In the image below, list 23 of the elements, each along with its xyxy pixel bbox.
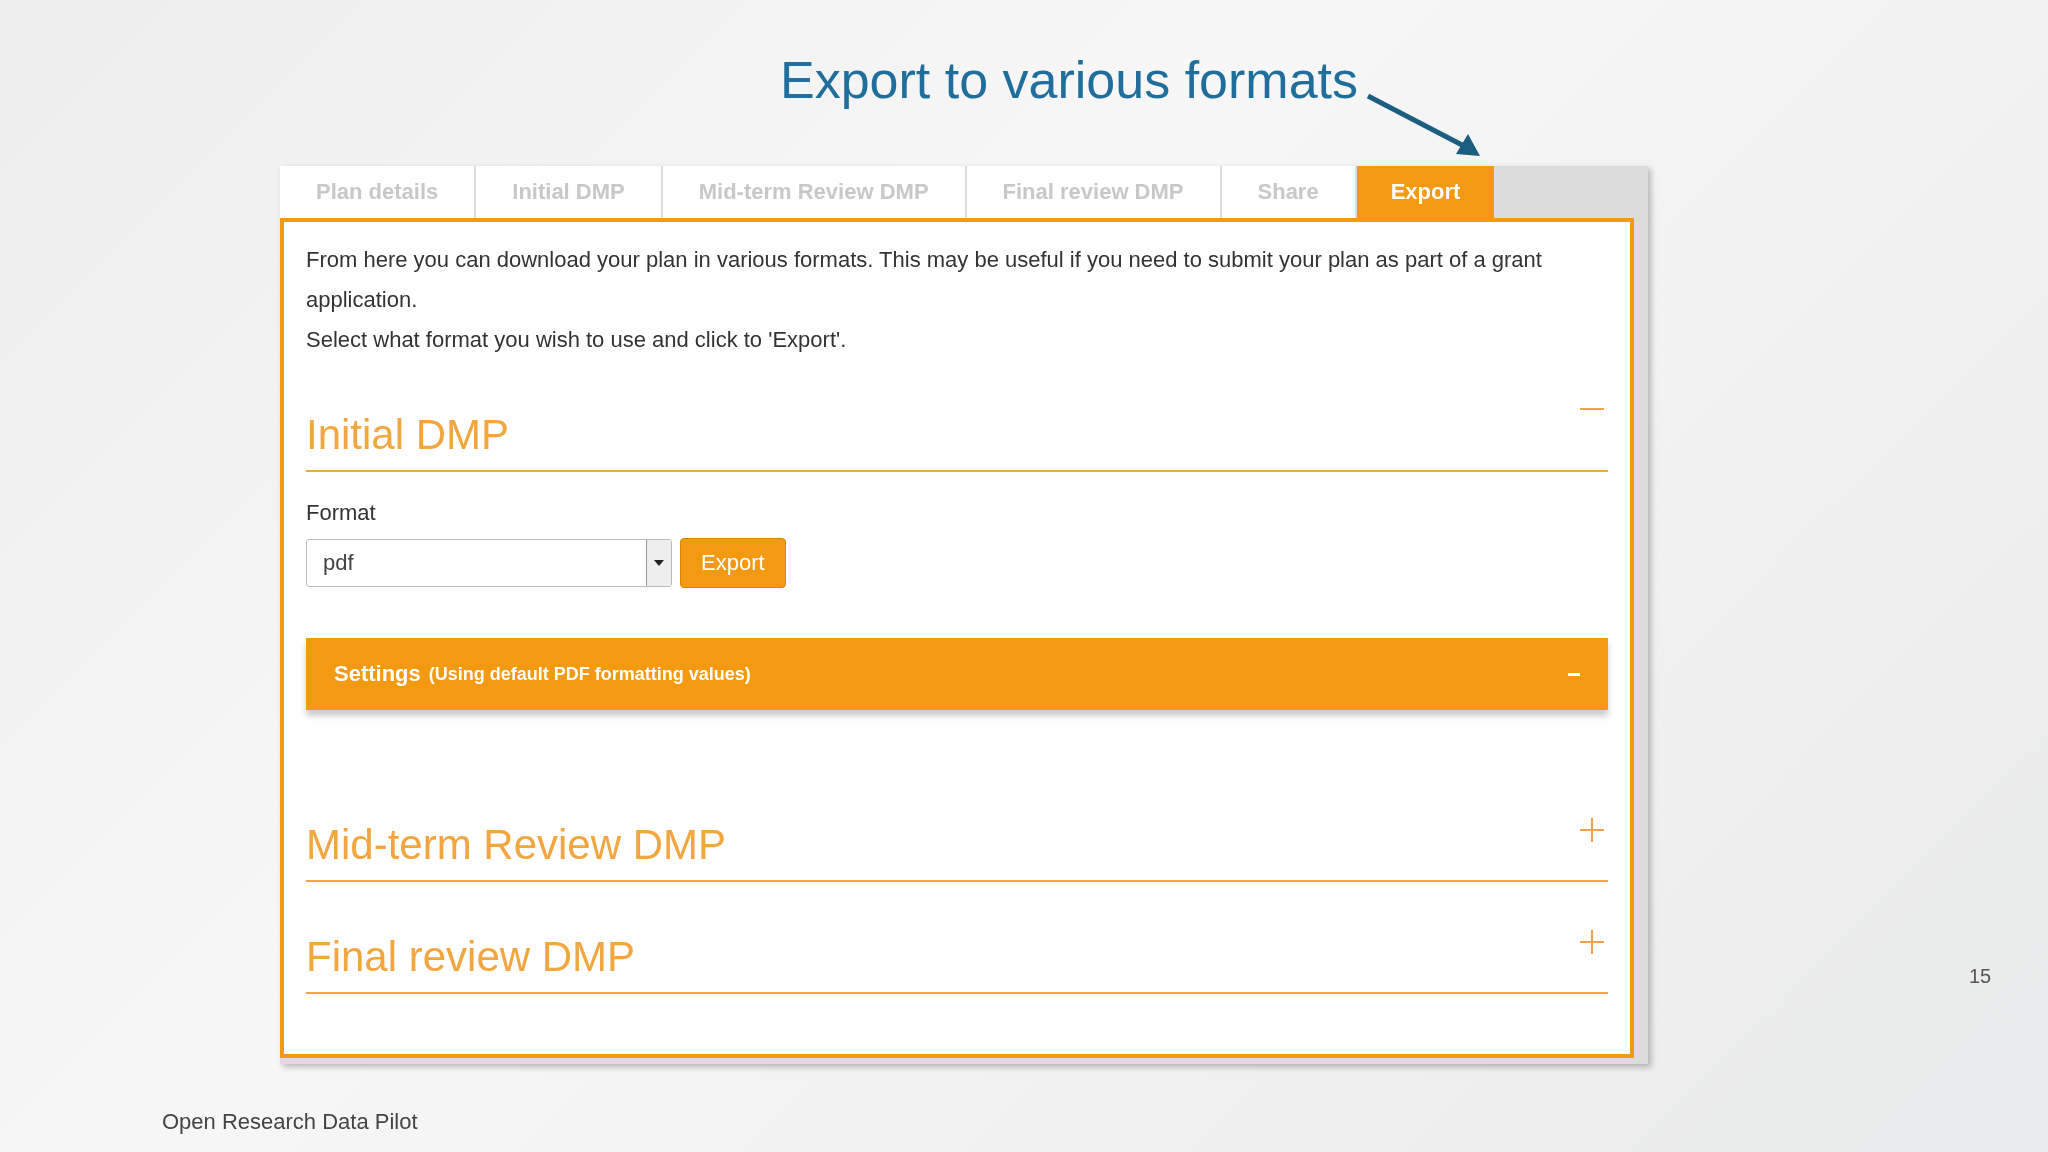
- format-label: Format: [306, 500, 377, 526]
- section-header[interactable]: Mid-term Review DMP: [306, 790, 1608, 882]
- expand-icon[interactable]: [1580, 818, 1604, 842]
- dropdown-arrow-icon: [654, 560, 664, 566]
- collapse-icon[interactable]: [1580, 408, 1604, 412]
- section-title: Initial DMP: [306, 410, 510, 460]
- settings-note: (Using default PDF formatting values): [428, 663, 752, 685]
- collapse-icon[interactable]: [1568, 672, 1580, 676]
- callout-title: Export to various formats: [780, 50, 1358, 111]
- section-header[interactable]: Final review DMP: [306, 902, 1608, 994]
- format-dropdown[interactable]: pdf: [306, 539, 672, 587]
- footer-text: Open Research Data Pilot: [162, 1109, 418, 1135]
- intro-text: Select what format you wish to use and click to 'Export'.: [306, 326, 848, 354]
- section-title: Final review DMP: [306, 932, 636, 982]
- intro-text: From here you can download your plan in various formats. This may be useful if you need to submit your plan as part of a grant application.: [306, 246, 1543, 314]
- section-title: Mid-term Review DMP: [306, 820, 727, 870]
- settings-label: Settings: [334, 661, 421, 687]
- export-button[interactable]: Export: [680, 538, 786, 588]
- expand-icon[interactable]: [1580, 930, 1604, 954]
- settings-bar[interactable]: Settings (Using default PDF formatting values): [306, 638, 1608, 710]
- tab[interactable]: Export: [1356, 166, 1495, 218]
- page-number: 15: [1969, 965, 1992, 988]
- section-header[interactable]: Initial DMP: [306, 380, 1608, 472]
